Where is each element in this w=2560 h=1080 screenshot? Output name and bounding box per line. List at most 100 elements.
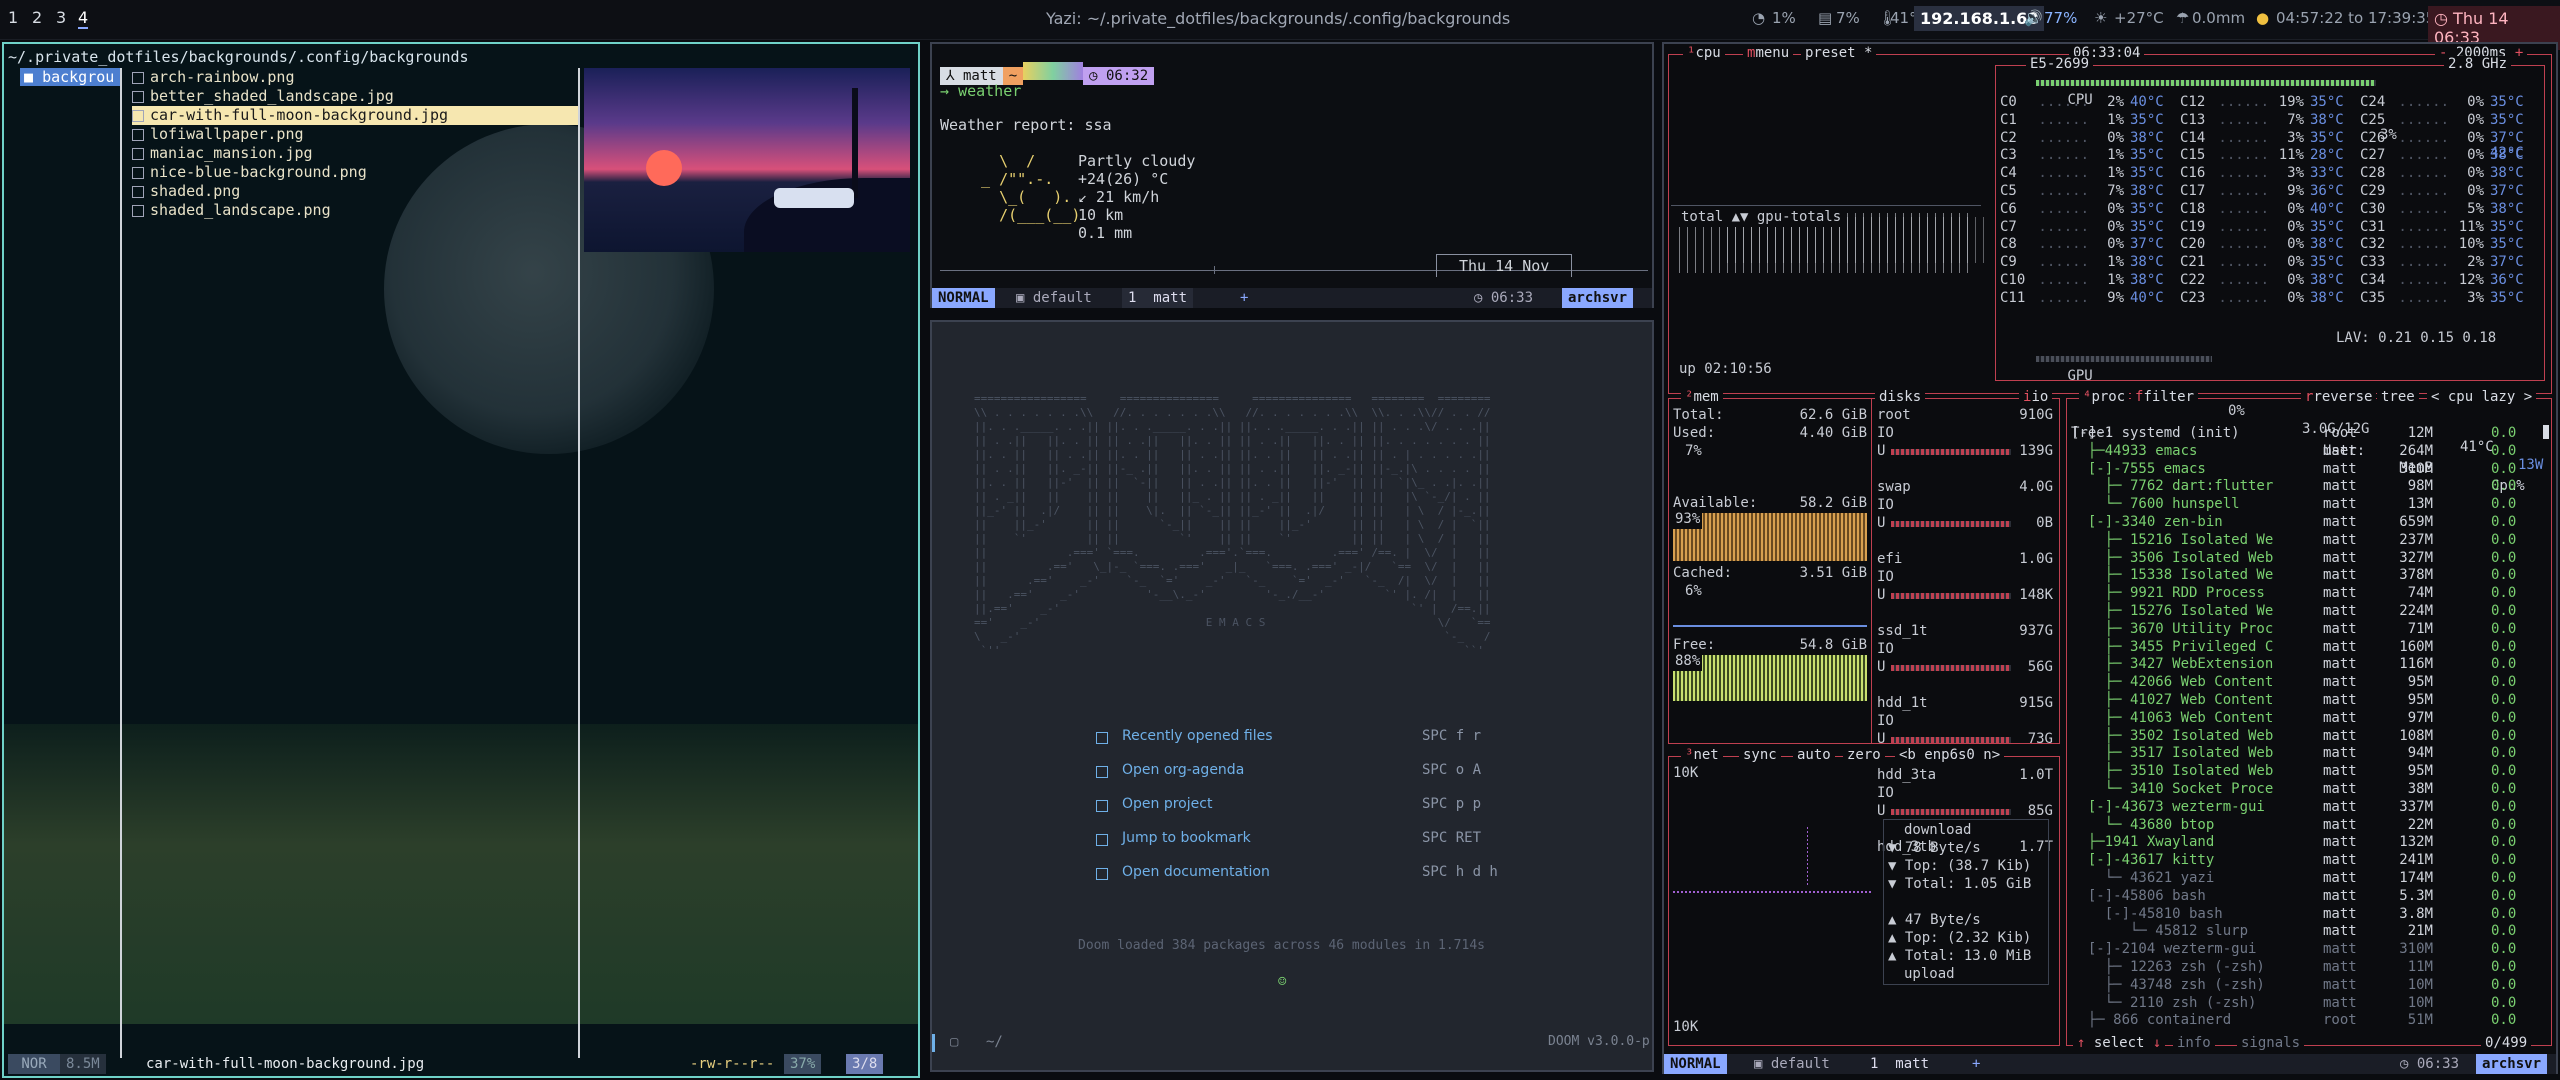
cpu-core-row: C22 ...... 0% 38°C [2180,272,2344,288]
process-row[interactable]: ├─ 866 containerd root 51M 0.0 [2071,1012,2549,1030]
menu-bookmark[interactable]: Jump to bookmark [1122,830,1251,846]
net-auto[interactable]: auto [1793,747,1835,763]
doom-emacs-window[interactable]: ================= =============== ======… [930,320,1654,1072]
proc-title[interactable]: ⁴proc [2079,389,2130,405]
menu-documentation[interactable]: Open documentation [1122,864,1270,880]
proc-filter[interactable]: ffilter [2131,389,2199,405]
menu-org-agenda[interactable]: Open org-agenda [1122,762,1244,778]
preview-palm [852,88,858,198]
process-row[interactable]: ├─ 3517 Isolated Web matt 94M 0.0 [2071,745,2549,763]
process-row[interactable]: └─ 43680 btop matt 22M 0.0 [2071,817,2549,835]
volume-icon[interactable]: 🔊 [2024,9,2043,27]
image-file-icon [132,128,144,141]
tmux-session[interactable]: ▣ default [1010,288,1098,308]
file-item[interactable]: lofiwallpaper.png [132,125,304,144]
process-row[interactable]: ├─ 12263 zsh (-zsh) matt 11M 0.0 [2071,959,2549,977]
process-row[interactable]: [-]-45810 bash matt 3.8M 0.0 [2071,906,2549,924]
process-row[interactable]: ├─1941 Xwayland matt 132M 0.0 [2071,834,2549,852]
file-item[interactable]: maniac_mansion.jpg [132,144,313,163]
process-row[interactable]: ├─44933 emacs matt 264M 0.0 [2071,443,2549,461]
proc-scrollbar[interactable] [2543,425,2549,439]
preset-toggle[interactable]: preset * [1801,45,1877,61]
workspace-4[interactable]: 4 [78,8,89,29]
proc-select[interactable]: ↑ select ↓ [2073,1035,2166,1051]
process-row[interactable]: ├─ 3502 Isolated Web matt 108M 0.0 [2071,728,2549,746]
weather-terminal[interactable]: ⅄ matt ~ ◷ 06:32 → weather Weather report:… [930,42,1654,308]
disk-io-label: IO [1877,425,1894,441]
image-file-icon [132,109,144,122]
net-zero[interactable]: zero [1843,747,1885,763]
file-item[interactable]: shaded_landscape.png [132,201,331,220]
process-row[interactable]: └─ 43621 yazi matt 174M 0.0 [2071,870,2549,888]
workspace-3[interactable]: 3 [56,8,66,27]
file-item-selected[interactable]: car-with-full-moon-background.jpg [132,106,578,125]
file-item[interactable]: shaded.png [132,182,240,201]
process-row[interactable]: ├─ 43748 zsh (-zsh) matt 10M 0.0 [2071,977,2549,995]
proc-info[interactable]: info [2173,1035,2215,1051]
file-item[interactable]: better_shaded_landscape.jpg [132,87,394,106]
process-row[interactable]: └─ 7600 hunspell matt 13M 0.0 [2071,496,2549,514]
mem-box: ²mem Total: 62.6 GiB Used: 4.40 GiB 7% Ava… [1668,389,2060,855]
process-row[interactable]: └─ 3410 Socket Proce matt 38M 0.0 [2071,781,2549,799]
process-row[interactable]: [-]-43673 wezterm-gui matt 337M 0.0 [2071,799,2549,817]
process-row[interactable]: ├─ 3670 Utility Proc matt 71M 0.0 [2071,621,2549,639]
upload-label: upload [1904,966,1955,982]
process-row[interactable]: └─ 2110 zsh (-zsh) matt 10M 0.0 [2071,995,2549,1013]
volume-level[interactable]: 77% [2044,9,2077,27]
process-row[interactable]: ├─ 41063 Web Content matt 97M 0.0 [2071,710,2549,728]
cpu-core-row: C25 ...... 0% 35°C [2360,111,2524,128]
gpu-bar [2036,356,2212,362]
tmux-window[interactable]: 1 matt [1864,1054,1935,1074]
net-title[interactable]: ³net [1681,747,1723,763]
process-row[interactable]: ├─ 3455 Privileged Cmatt 160M 0.0 [2071,639,2549,657]
process-row[interactable]: ├─ 41027 Web Content matt 95M 0.0 [2071,692,2549,710]
menu-toggle[interactable]: mmenu [1743,45,1794,61]
process-row[interactable]: [-]-1 systemd (init) root 12M 0.0 [2071,425,2549,443]
preview-sun [646,150,682,186]
workspace-1[interactable]: 1 [8,8,18,27]
cpu-usage: 1% [1772,9,1796,27]
process-row[interactable]: [-]-2104 wezterm-gui matt 310M 0.0 [2071,941,2549,959]
io-toggle[interactable]: iio [2019,389,2053,405]
tmux-new-window[interactable]: + [1234,288,1254,308]
process-row[interactable]: [-]-3340 zen-bin matt 659M 0.0 [2071,514,2549,532]
proc-tree[interactable]: tree [2377,389,2419,405]
workspace-2[interactable]: 2 [32,8,42,27]
file-item[interactable]: nice-blue-background.png [132,163,367,182]
net-interface[interactable]: <b enp6s0 n> [1895,747,2005,763]
file-item[interactable]: arch-rainbow.png [132,68,295,87]
process-row[interactable]: [-]-7555 emacs matt 310M 0.0 [2071,461,2549,479]
proc-signals[interactable]: signals [2237,1035,2305,1051]
process-row[interactable]: └─ 45812 slurp matt 21M 0.0 [2071,923,2549,941]
process-row[interactable]: ├─ 15338 Isolated We matt 378M 0.0 [2071,567,2549,585]
process-row[interactable]: ├─ 15276 Isolated We matt 224M 0.0 [2071,603,2549,621]
cpu-core-row: C20 ...... 0% 38°C [2180,236,2344,253]
process-row[interactable]: [-]-43617 kitty matt 241M 0.0 [2071,852,2549,870]
process-row[interactable]: ├─ 3427 WebExtension matt 116M 0.0 [2071,656,2549,674]
btop-monitor[interactable]: ¹cpu mmenu preset * 06:33:04 - 2000ms + … [1662,42,2558,1074]
process-row[interactable]: ├─ 42066 Web Content matt 95M 0.0 [2071,674,2549,692]
tmux-window[interactable]: 1 matt [1122,288,1194,308]
proc-sort[interactable]: < cpu lazy > [2427,389,2537,405]
disks-title[interactable]: disks [1875,389,1926,405]
cpu-box-title[interactable]: ¹cpu [1683,45,1725,61]
tmux-session[interactable]: ▣ default [1748,1054,1836,1074]
process-row[interactable]: ├─ 15216 Isolated We matt 237M 0.0 [2071,532,2549,550]
mem-title[interactable]: ²mem [1681,389,1723,405]
menu-recent-files[interactable]: Recently opened files [1122,728,1273,744]
process-row[interactable]: ├─ 9921 RDD Process matt 74M 0.0 [2071,585,2549,603]
cpu-total-bar [2036,80,2376,86]
menu-open-project[interactable]: Open project [1122,796,1212,812]
weather-report-line: Weather report: ssa [940,116,1112,134]
net-spike [1807,827,1808,887]
process-row[interactable]: ├─ 3506 Isolated Web matt 327M 0.0 [2071,550,2549,568]
parent-dir-item[interactable]: ■ backgrou [20,68,120,86]
tmux-new-window[interactable]: + [1966,1054,1986,1074]
disk-usage-bar [1891,593,2011,599]
process-row[interactable]: [-]-45806 bash matt 5.3M 0.0 [2071,888,2549,906]
process-row[interactable]: ├─ 3510 Isolated Web matt 95M 0.0 [2071,763,2549,781]
proc-reverse[interactable]: rreverse [2301,389,2377,405]
net-sync[interactable]: sync [1739,747,1781,763]
process-row[interactable]: ├─ 7762 dart:flutter matt 98M 0.0 [2071,478,2549,496]
recent-files-icon [1096,732,1108,744]
